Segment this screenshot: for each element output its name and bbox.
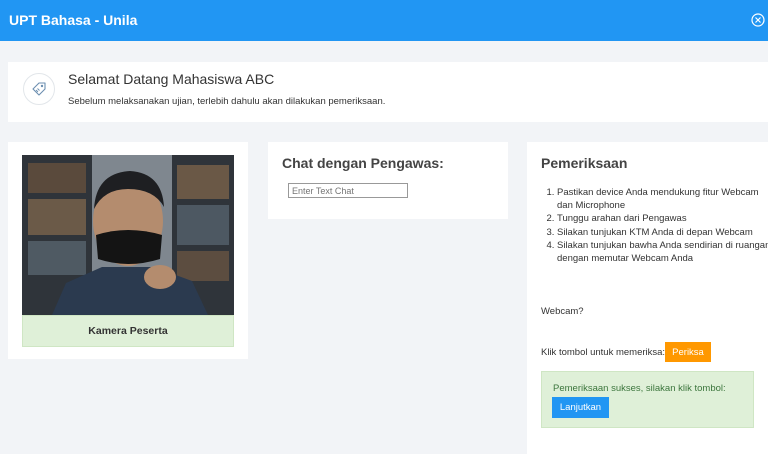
step-item: Silakan tunjukan bawha Anda sendirian di… [557, 239, 768, 265]
chat-title: Chat dengan Pengawas: [282, 155, 444, 171]
camera-card: Kamera Peserta [8, 142, 248, 359]
camera-label: Kamera Peserta [22, 315, 234, 347]
webcam-video [22, 155, 234, 315]
chat-input[interactable] [288, 183, 408, 198]
tag-icon [23, 73, 55, 105]
check-title: Pemeriksaan [541, 155, 628, 171]
step-item: Pastikan device Anda mendukung fitur Web… [557, 186, 768, 212]
check-steps: Pastikan device Anda mendukung fitur Web… [541, 186, 768, 265]
welcome-panel: Selamat Datang Mahasiswa ABC Sebelum mel… [8, 62, 768, 122]
top-bar: UPT Bahasa - Unila [0, 0, 768, 41]
check-card: Pemeriksaan Pastikan device Anda menduku… [527, 142, 768, 454]
welcome-title: Selamat Datang Mahasiswa ABC [68, 71, 275, 87]
success-message: Pemeriksaan sukses, silakan klik tombol: [553, 383, 726, 394]
step-item: Tunggu arahan dari Pengawas [557, 212, 768, 225]
welcome-subtitle: Sebelum melaksanakan ujian, terlebih dah… [68, 96, 386, 107]
step-item: Silakan tunjukan KTM Anda di depan Webca… [557, 226, 768, 239]
chat-card: Chat dengan Pengawas: [268, 142, 508, 219]
success-alert: Pemeriksaan sukses, silakan klik tombol:… [541, 371, 754, 428]
app-title: UPT Bahasa - Unila [9, 12, 138, 28]
close-icon[interactable] [751, 13, 765, 27]
check-instruction: Klik tombol untuk memeriksa: [541, 347, 666, 358]
webcam-question: Webcam? [541, 306, 584, 317]
periksa-button[interactable]: Periksa [665, 342, 711, 362]
lanjutkan-button[interactable]: Lanjutkan [552, 397, 609, 418]
